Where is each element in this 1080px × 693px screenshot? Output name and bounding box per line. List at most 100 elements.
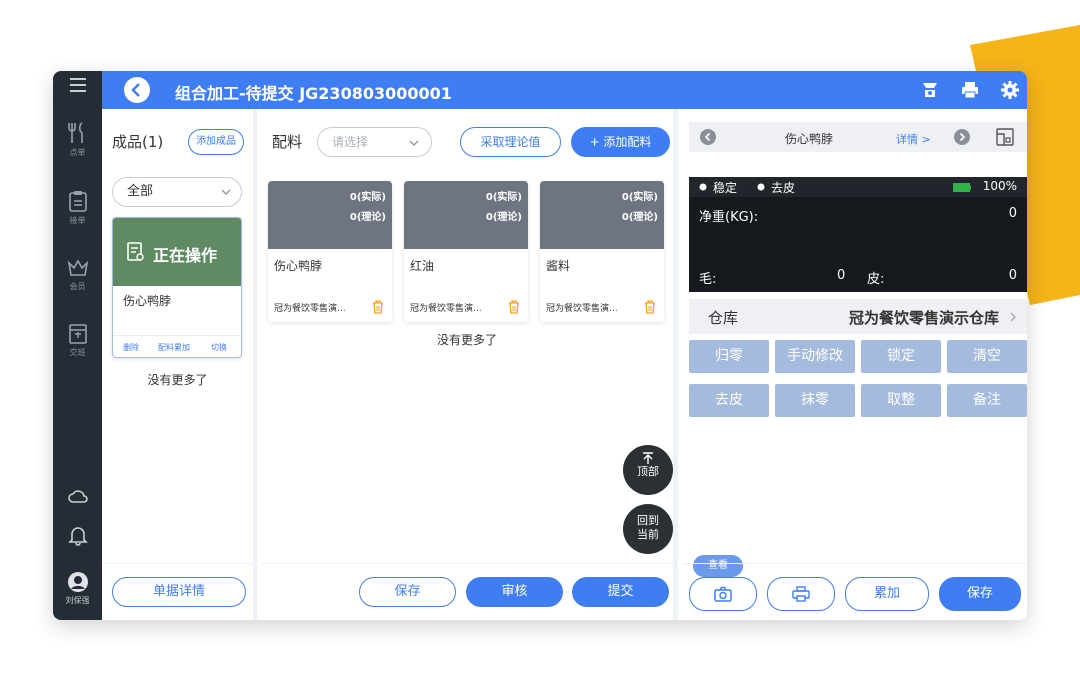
scale-icon[interactable]: [920, 80, 940, 100]
products-panel: 成品(1) 添加成品 全部 正在操作 伤心鸭脖 删除 配料累加 切换 没有更多了: [102, 109, 257, 620]
user-profile[interactable]: 刘保强: [53, 571, 102, 606]
chevron-down-icon: [221, 189, 231, 195]
nav-item-shift[interactable]: 交班: [53, 323, 102, 358]
printer-icon: [792, 586, 810, 602]
cutlery-icon: [67, 122, 83, 143]
fetch-theory-button[interactable]: 采取理论值: [460, 127, 561, 157]
warehouse-label: 仓库: [708, 309, 739, 327]
cloud-button[interactable]: [53, 487, 102, 505]
gross-label: 毛:: [699, 272, 717, 287]
stable-indicator-icon: [699, 183, 707, 191]
product-card[interactable]: 正在操作 伤心鸭脖 删除 配料累加 切换: [112, 217, 242, 358]
back-current-button[interactable]: 回到 当前: [623, 504, 673, 554]
nav-label: 交班: [69, 348, 86, 357]
detail-link[interactable]: 详情 >: [896, 131, 931, 147]
notification-button[interactable]: [53, 524, 102, 546]
gear-icon[interactable]: [1000, 80, 1020, 100]
tare-button[interactable]: 去皮: [689, 384, 769, 417]
chevron-right-icon: [1010, 312, 1016, 322]
warehouse-value: 冠为餐饮零售演示仓库: [848, 309, 999, 327]
trash-icon[interactable]: [372, 300, 384, 314]
scroll-top-button[interactable]: 顶部: [623, 445, 673, 495]
cash-register-icon: [68, 324, 87, 344]
accumulate-action[interactable]: 配料累加: [158, 342, 190, 353]
no-more-text: 没有更多了: [147, 373, 208, 387]
bell-icon: [67, 527, 88, 546]
ingredient-store: 冠为餐饮零售演...: [274, 304, 346, 314]
camera-icon: [714, 586, 732, 602]
trash-icon[interactable]: [508, 300, 520, 314]
side-nav: 点单 接单 会员 交班 刘保强: [53, 71, 102, 620]
active-banner: 正在操作: [113, 218, 241, 286]
add-ingredient-button[interactable]: + 添加配料: [571, 127, 670, 157]
trash-icon[interactable]: [644, 300, 656, 314]
menu-button[interactable]: [53, 75, 102, 95]
layout-icon[interactable]: [995, 127, 1015, 147]
switch-action[interactable]: 切换: [211, 342, 227, 353]
nav-item-receive[interactable]: 接单: [53, 189, 102, 226]
products-footer: 单据详情: [102, 563, 253, 620]
lock-button[interactable]: 锁定: [861, 340, 941, 373]
cloud-icon: [67, 490, 88, 503]
submit-button[interactable]: 提交: [572, 577, 669, 607]
crown-icon: [67, 259, 88, 276]
ingredients-title: 配料: [272, 133, 303, 151]
accumulate-button[interactable]: 累加: [845, 577, 929, 611]
select-placeholder: 请选择: [332, 135, 369, 149]
ingredient-name: 酱料: [546, 259, 571, 273]
zero-button[interactable]: 归零: [689, 340, 769, 373]
theory-qty: 0(理论): [621, 212, 658, 223]
tare-indicator-icon: [757, 183, 765, 191]
ingredient-card[interactable]: 0(实际) 0(理论) 红油 冠为餐饮零售演...: [404, 181, 528, 322]
page-title: 组合加工-待提交 JG230803000001: [175, 84, 452, 103]
actual-qty: 0(实际): [349, 192, 386, 203]
filter-select[interactable]: 全部: [112, 177, 242, 207]
arrow-up-icon: [643, 452, 653, 464]
scale-save-button[interactable]: 保存: [939, 577, 1021, 611]
ingredient-select[interactable]: 请选择: [317, 127, 432, 157]
integer-button[interactable]: 取整: [861, 384, 941, 417]
round-off-button[interactable]: 抹零: [775, 384, 855, 417]
card-actions: 删除 配料累加 切换: [113, 335, 241, 357]
nav-label: 接单: [69, 216, 86, 225]
manual-edit-button[interactable]: 手动修改: [775, 340, 855, 373]
nav-item-member[interactable]: 会员: [53, 257, 102, 292]
next-arrow-icon[interactable]: [953, 128, 971, 146]
warehouse-row[interactable]: 仓库 冠为餐饮零售演示仓库: [689, 299, 1027, 334]
stable-label: 稳定: [713, 181, 738, 195]
order-detail-button[interactable]: 单据详情: [112, 577, 246, 607]
ingredients-panel: 配料 请选择 采取理论值 + 添加配料 0(实际) 0(理论) 伤心鸭脖 冠为餐…: [261, 109, 678, 620]
scale-display: 稳定 去皮 100% 净重(KG): 0 毛: 0 皮: 0: [689, 177, 1027, 292]
product-navigator: 伤心鸭脖 详情 >: [689, 122, 1027, 152]
nav-label: 会员: [69, 282, 86, 291]
ingredients-footer: 保存 审核 提交: [261, 563, 673, 620]
battery-icon: [953, 183, 971, 192]
add-product-button[interactable]: 添加成品: [188, 129, 244, 155]
delete-action[interactable]: 删除: [123, 342, 139, 353]
ingredient-card[interactable]: 0(实际) 0(理论) 酱料 冠为餐饮零售演...: [540, 181, 664, 322]
nav-item-order[interactable]: 点单: [53, 121, 102, 158]
user-name: 刘保强: [65, 596, 90, 605]
ingredient-card[interactable]: 0(实际) 0(理论) 伤心鸭脖 冠为餐饮零售演...: [268, 181, 392, 322]
camera-button[interactable]: [689, 577, 757, 611]
actual-qty: 0(实际): [621, 192, 658, 203]
net-weight-label: 净重(KG):: [699, 210, 759, 225]
back-current-line1: 回到: [637, 514, 659, 527]
tare-value: 0: [1008, 268, 1017, 283]
ingredient-store: 冠为餐饮零售演...: [410, 304, 482, 314]
ingredient-name: 红油: [410, 259, 435, 273]
review-button[interactable]: 审核: [466, 577, 563, 607]
back-current-line2: 当前: [637, 528, 659, 541]
back-button[interactable]: [124, 77, 150, 103]
print-button[interactable]: [767, 577, 835, 611]
scale-footer: 累加 保存: [683, 563, 1027, 620]
note-button[interactable]: 备注: [947, 384, 1027, 417]
net-weight-value: 0: [1008, 206, 1017, 221]
tare-label: 皮:: [867, 272, 885, 287]
document-icon: [127, 242, 144, 261]
printer-icon[interactable]: [960, 80, 980, 100]
chevron-left-icon: [131, 83, 140, 97]
gross-value: 0: [837, 268, 846, 283]
save-button[interactable]: 保存: [359, 577, 456, 607]
clear-button[interactable]: 清空: [947, 340, 1027, 373]
